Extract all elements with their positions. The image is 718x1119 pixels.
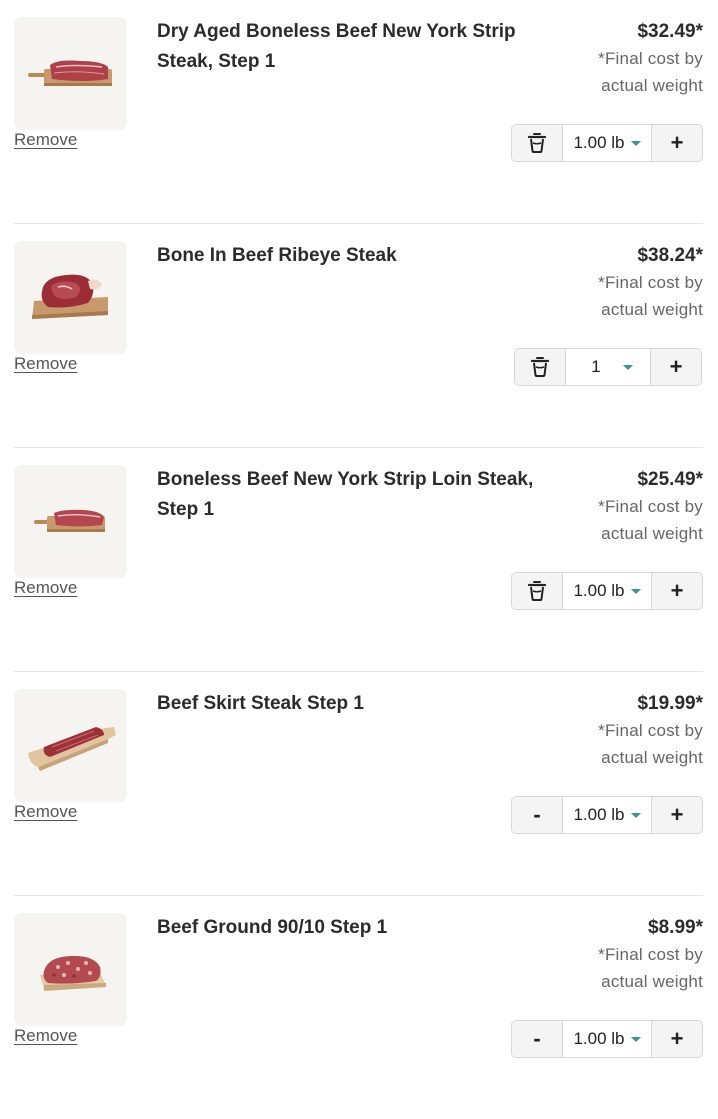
quantity-stepper: - 1.00 lb + — [511, 1020, 703, 1058]
product-image[interactable] — [14, 241, 127, 354]
chevron-down-icon — [630, 812, 641, 818]
increment-button[interactable]: + — [651, 125, 702, 161]
increment-button[interactable]: + — [650, 349, 701, 385]
product-image[interactable] — [14, 465, 127, 578]
quantity-stepper: 1.00 lb + — [511, 572, 703, 610]
cart-item: Boneless Beef New York Strip Loin Steak,… — [14, 448, 703, 672]
chevron-down-icon — [630, 140, 641, 146]
remove-link[interactable]: Remove — [14, 802, 77, 822]
remove-link[interactable]: Remove — [14, 578, 77, 598]
product-name[interactable]: Beef Ground 90/10 Step 1 — [157, 913, 537, 943]
cart-item: Bone In Beef Ribeye Steak $38.24* *Final… — [14, 224, 703, 448]
price-note: *Final cost by actual weight — [598, 497, 703, 543]
quantity-select[interactable]: 1.00 lb — [563, 1021, 651, 1057]
product-price: $32.49* — [637, 21, 703, 42]
quantity-stepper: 1.00 lb + — [511, 124, 703, 162]
chevron-down-icon — [630, 1036, 641, 1042]
quantity-select[interactable]: 1.00 lb — [563, 573, 651, 609]
ground-beef-image — [40, 955, 106, 991]
product-image[interactable] — [14, 913, 127, 1026]
decrement-button[interactable]: - — [512, 1021, 563, 1057]
strip-steak-image — [28, 60, 112, 86]
quantity-select[interactable]: 1.00 lb — [563, 797, 651, 833]
quantity-stepper: 1 + — [514, 348, 702, 386]
chevron-down-icon — [630, 588, 641, 594]
increment-button[interactable]: + — [651, 573, 702, 609]
delete-button[interactable] — [512, 573, 563, 609]
cart-item: Beef Skirt Steak Step 1 $19.99* *Final c… — [14, 672, 703, 896]
price-note: *Final cost by actual weight — [598, 721, 703, 767]
product-name[interactable]: Boneless Beef New York Strip Loin Steak,… — [157, 465, 537, 525]
quantity-select[interactable]: 1.00 lb — [563, 125, 651, 161]
trash-icon — [530, 357, 550, 377]
trash-icon — [527, 581, 547, 601]
strip-loin-image — [34, 509, 105, 532]
product-image[interactable] — [14, 689, 127, 802]
product-name[interactable]: Beef Skirt Steak Step 1 — [157, 689, 537, 719]
cart-item: Dry Aged Boneless Beef New York Strip St… — [14, 0, 703, 224]
price-note: *Final cost by actual weight — [598, 273, 703, 319]
product-name[interactable]: Bone In Beef Ribeye Steak — [157, 241, 537, 271]
quantity-value: 1.00 lb — [573, 581, 625, 600]
quantity-value: 1.00 lb — [573, 805, 625, 824]
decrement-button[interactable]: - — [512, 797, 563, 833]
cart-item: Beef Ground 90/10 Step 1 $8.99* *Final c… — [14, 896, 703, 1119]
product-price: $25.49* — [637, 469, 703, 490]
product-price: $19.99* — [637, 693, 703, 714]
product-price: $8.99* — [648, 917, 703, 938]
product-price: $38.24* — [637, 245, 703, 266]
remove-link[interactable]: Remove — [14, 130, 77, 150]
price-note: *Final cost by actual weight — [598, 945, 703, 991]
trash-icon — [527, 133, 547, 153]
skirt-steak-image — [28, 727, 116, 771]
product-image[interactable] — [14, 17, 127, 130]
cart-item-list: Dry Aged Boneless Beef New York Strip St… — [0, 0, 718, 1088]
chevron-down-icon — [622, 364, 633, 370]
quantity-stepper: - 1.00 lb + — [511, 796, 703, 834]
remove-link[interactable]: Remove — [14, 1026, 77, 1046]
product-name[interactable]: Dry Aged Boneless Beef New York Strip St… — [157, 17, 537, 77]
quantity-value: 1.00 lb — [573, 133, 625, 152]
price-note: *Final cost by actual weight — [598, 49, 703, 95]
quantity-value: 1.00 lb — [573, 1029, 625, 1048]
delete-button[interactable] — [512, 125, 563, 161]
remove-link[interactable]: Remove — [14, 354, 77, 374]
delete-button[interactable] — [515, 349, 566, 385]
increment-button[interactable]: + — [651, 1021, 702, 1057]
ribeye-image — [32, 274, 108, 319]
increment-button[interactable]: + — [651, 797, 702, 833]
quantity-value: 1 — [591, 357, 601, 376]
quantity-select[interactable]: 1 — [566, 349, 650, 385]
